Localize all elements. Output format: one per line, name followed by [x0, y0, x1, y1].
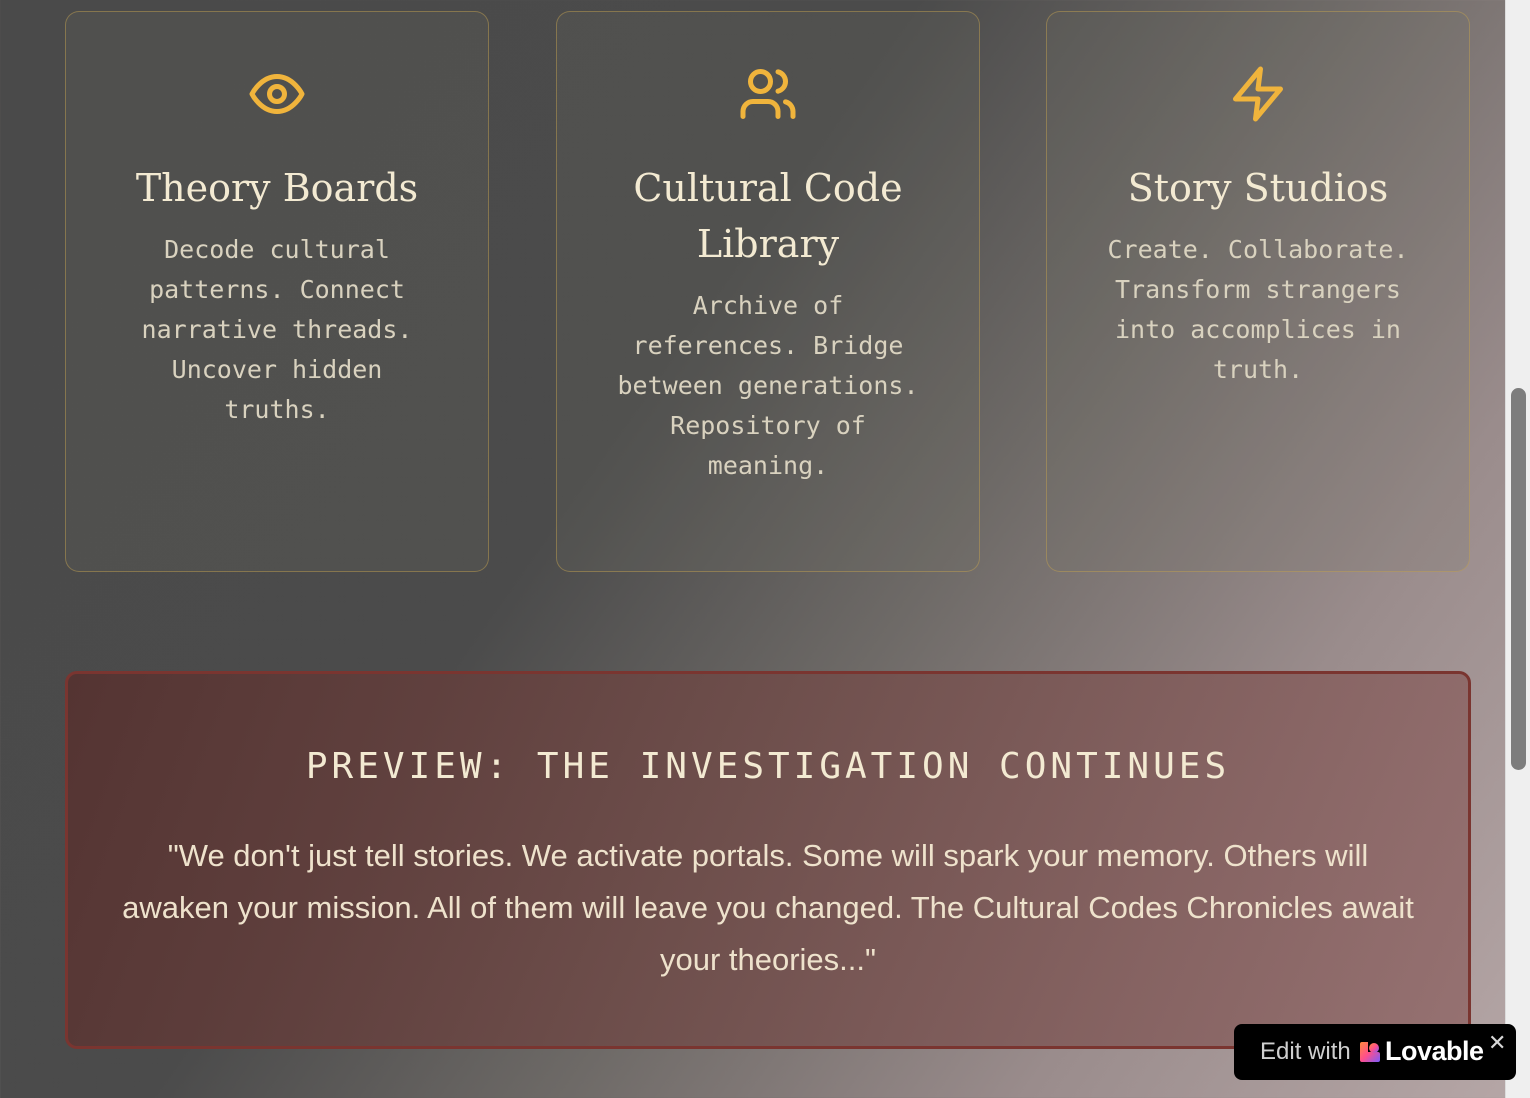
feature-description: Archive of references. Bridge between ge… — [617, 291, 919, 480]
page: Theory Boards Decode cultural patterns. … — [0, 0, 1505, 1098]
eye-icon — [247, 64, 307, 124]
preview-quote: "We don't just tell stories. We activate… — [122, 838, 1414, 977]
vertical-scrollbar[interactable] — [1505, 0, 1530, 1098]
preview-panel: PREVIEW: THE INVESTIGATION CONTINUES "We… — [65, 671, 1471, 1049]
feature-title: Theory Boards — [135, 166, 419, 210]
edit-with-lovable-badge[interactable]: Edit with Lovable ✕ — [1234, 1024, 1516, 1080]
users-icon — [738, 64, 798, 124]
close-icon[interactable]: ✕ — [1488, 1030, 1506, 1056]
feature-card-theory-boards: Theory Boards Decode cultural patterns. … — [65, 11, 489, 572]
preview-heading: PREVIEW: THE INVESTIGATION CONTINUES — [305, 746, 1231, 787]
scrollbar-thumb[interactable] — [1511, 388, 1526, 770]
badge-edit-label: Edit with — [1260, 1038, 1351, 1065]
feature-description: Decode cultural patterns. Connect narrat… — [141, 235, 413, 424]
lightning-icon — [1228, 64, 1288, 124]
feature-card-story-studios: Story Studios Create. Collaborate. Trans… — [1046, 11, 1470, 572]
feature-title: Cultural Code Library — [633, 166, 903, 266]
feature-card-cultural-code-library: Cultural Code Library Archive of referen… — [556, 11, 980, 572]
feature-title: Story Studios — [1127, 166, 1389, 210]
feature-description: Create. Collaborate. Transform strangers… — [1107, 235, 1409, 384]
lovable-heart-icon — [1358, 1040, 1382, 1064]
badge-brand: Lovable — [1385, 1036, 1484, 1066]
